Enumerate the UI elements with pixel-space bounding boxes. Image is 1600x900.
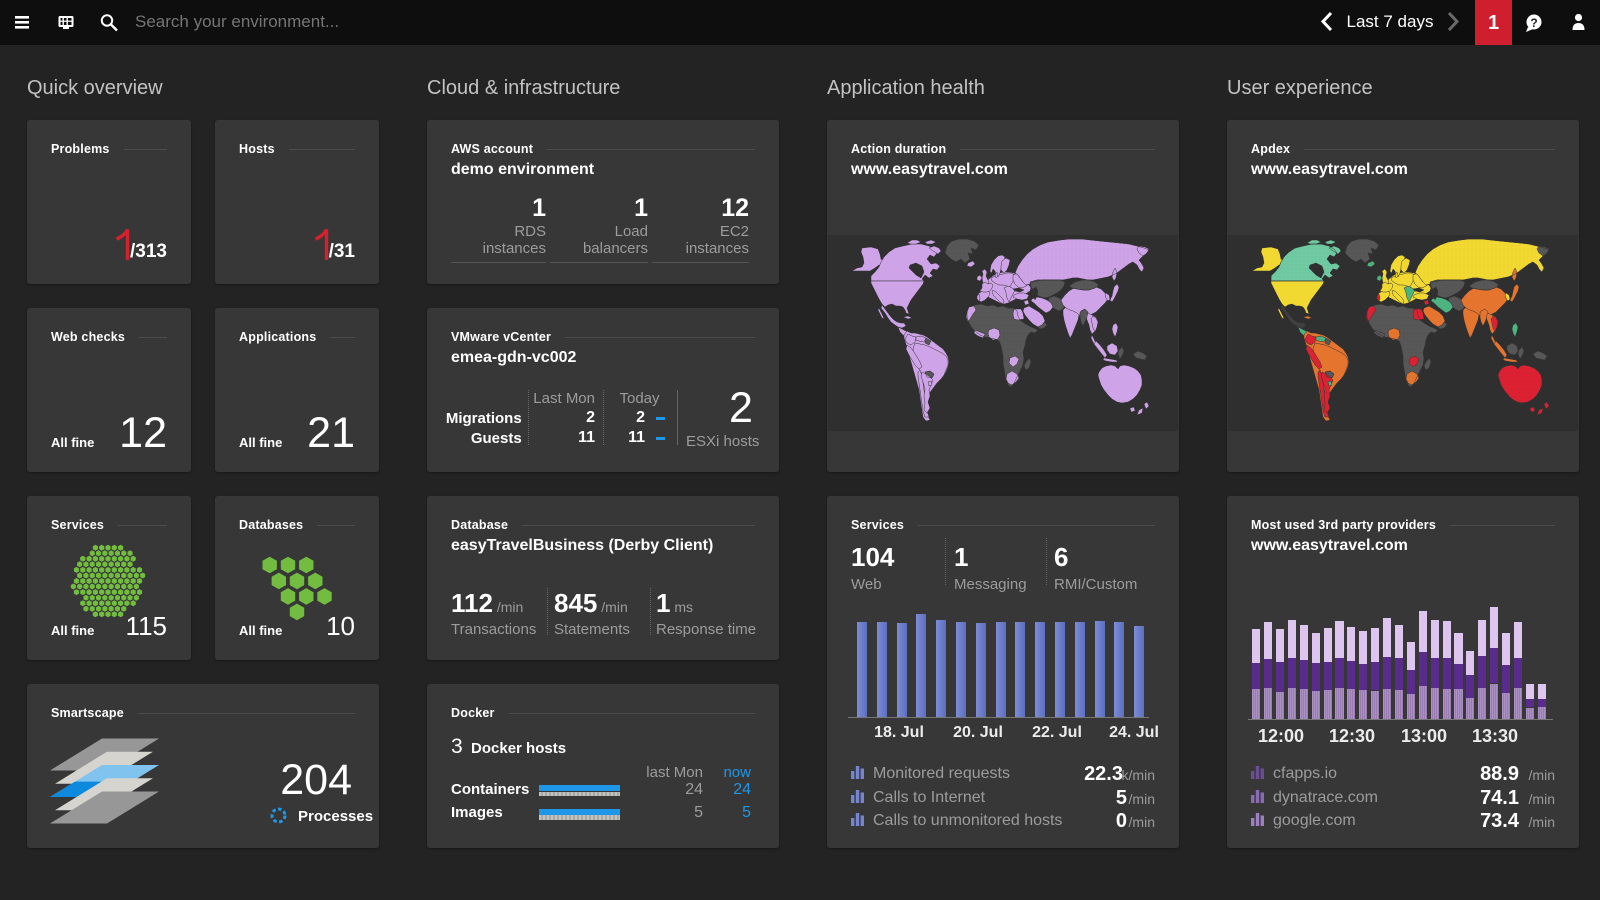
svg-text:Last 7 days: Last 7 days: [1347, 12, 1434, 31]
svg-text:Search your environment...: Search your environment...: [135, 12, 339, 31]
svg-text:1: 1: [1488, 12, 1499, 34]
svg-text:?: ?: [1530, 16, 1537, 30]
